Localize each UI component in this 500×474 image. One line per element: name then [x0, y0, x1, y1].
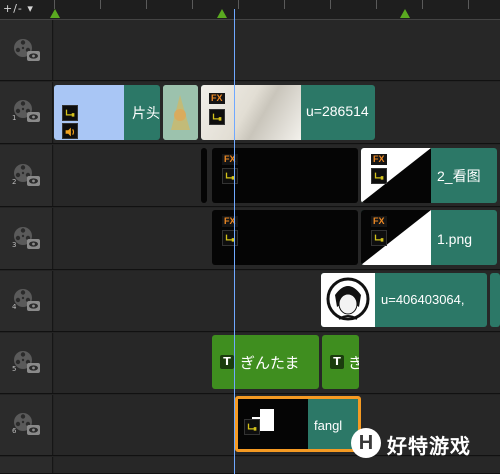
link-icon: [222, 230, 238, 246]
ruler-ticks: [54, 0, 500, 9]
clip-label: ぎんたま: [240, 355, 300, 372]
timeline-ruler[interactable]: +/- ▾: [0, 0, 500, 20]
clip-label: き: [348, 355, 359, 372]
image-clip[interactable]: FX 1.png: [361, 210, 497, 265]
clip-label: 片头: [132, 105, 160, 121]
film-reel-eye-icon[interactable]: [12, 225, 42, 253]
clip-thumbnail: [163, 85, 198, 140]
track-header[interactable]: 1: [0, 82, 53, 143]
clip-label: 2_看图: [437, 168, 481, 184]
clip-label: u=406403064,: [381, 292, 465, 307]
track-number: 2: [12, 178, 17, 186]
link-icon: [62, 105, 78, 121]
film-reel-eye-icon[interactable]: [12, 98, 42, 126]
timeline-marker[interactable]: [217, 9, 227, 18]
watermark-logo-mark: H: [351, 428, 381, 458]
track-number: 6: [12, 427, 17, 435]
clip-label: fangl: [314, 418, 343, 433]
link-icon: [222, 168, 238, 184]
track-row: 4 u=406403064,: [0, 271, 500, 332]
text-clip[interactable]: T ぎんたま: [212, 335, 319, 389]
track-number: 1: [12, 114, 17, 122]
speaker-icon: [62, 123, 78, 139]
link-icon: [209, 109, 225, 125]
track-row: 1 片头 FX u=286514: [0, 82, 500, 144]
track-row: [0, 20, 500, 81]
track-header[interactable]: 4: [0, 271, 53, 331]
playhead[interactable]: [234, 9, 235, 474]
track-row: 3 FX FX 1.png: [0, 208, 500, 270]
track-number: 3: [12, 241, 17, 249]
track-row: 2 FX FX 2_看图: [0, 145, 500, 207]
link-icon: [371, 168, 387, 184]
text-clip[interactable]: T き: [322, 335, 359, 389]
film-reel-eye-icon[interactable]: [12, 287, 42, 315]
image-clip[interactable]: u=406403064,: [321, 273, 487, 327]
film-reel-eye-icon[interactable]: [12, 411, 42, 439]
track-header[interactable]: 3: [0, 208, 53, 269]
clip-label: u=286514: [306, 103, 369, 119]
track-header[interactable]: 2: [0, 145, 53, 206]
clip-edge[interactable]: [201, 148, 207, 203]
fx-icon[interactable]: FX: [371, 154, 387, 165]
link-icon: [371, 230, 387, 246]
clip-edge[interactable]: [490, 273, 500, 327]
watermark-text: 好特游戏: [387, 434, 471, 458]
track-header[interactable]: [0, 20, 53, 80]
text-icon: T: [220, 355, 234, 369]
image-clip[interactable]: [163, 85, 198, 140]
image-clip[interactable]: FX 2_看图: [361, 148, 497, 203]
track-row: 5 T ぎんたま T き: [0, 333, 500, 394]
track-header[interactable]: 6: [0, 395, 53, 455]
selected-image-clip[interactable]: fangl: [235, 396, 361, 452]
timeline-marker[interactable]: [50, 9, 60, 18]
clip-thumbnail: [321, 273, 375, 327]
link-icon: [244, 419, 260, 435]
clip-label: 1.png: [437, 231, 473, 247]
track-number: 4: [12, 303, 17, 311]
track-header[interactable]: 5: [0, 333, 53, 393]
fx-icon[interactable]: FX: [209, 93, 225, 104]
text-icon: T: [330, 355, 344, 369]
track-header[interactable]: [0, 457, 53, 473]
timeline-marker[interactable]: [400, 9, 410, 18]
fx-icon[interactable]: FX: [371, 216, 387, 227]
fx-icon[interactable]: FX: [222, 154, 238, 165]
track-number: 5: [12, 365, 17, 373]
film-reel-eye-icon[interactable]: [12, 37, 42, 65]
media-clip[interactable]: 片头: [54, 85, 160, 140]
track-size-control[interactable]: +/- ▾: [3, 2, 34, 15]
watermark-logo: H 好特游戏: [351, 423, 496, 463]
film-reel-eye-icon[interactable]: [12, 349, 42, 377]
fx-icon[interactable]: FX: [222, 216, 238, 227]
film-reel-eye-icon[interactable]: [12, 162, 42, 190]
image-clip[interactable]: FX u=286514: [201, 85, 375, 140]
